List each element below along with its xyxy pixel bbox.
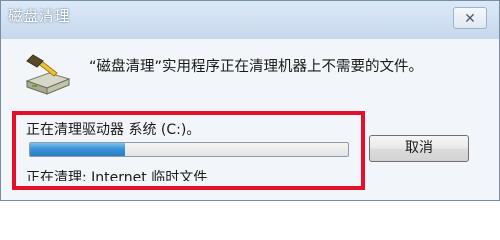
close-button[interactable]: ✕ bbox=[453, 7, 487, 29]
progress-fill bbox=[30, 143, 126, 156]
dialog-body: “磁盘清理”实用程序正在清理机器上不需要的文件。 正在清理驱动器 系统 (C:)… bbox=[1, 39, 499, 200]
disk-cleanup-window: 磁盘清理 ✕ “磁盘清理”实用程序正在清理机器上不需要的文件。 正在清理驱动器 … bbox=[0, 0, 500, 201]
cancel-button[interactable]: 取消 bbox=[369, 135, 469, 162]
status-text: 正在清理驱动器 系统 (C:)。 bbox=[26, 122, 201, 138]
close-icon: ✕ bbox=[464, 11, 476, 27]
info-message: “磁盘清理”实用程序正在清理机器上不需要的文件。 bbox=[89, 59, 424, 75]
title-bar: 磁盘清理 ✕ bbox=[1, 1, 499, 39]
window-title: 磁盘清理 bbox=[8, 7, 71, 25]
progress-bar bbox=[29, 142, 349, 157]
cleaning-item-text: 正在清理: Internet 临时文件 bbox=[26, 170, 208, 181]
disk-cleanup-icon bbox=[25, 54, 71, 95]
